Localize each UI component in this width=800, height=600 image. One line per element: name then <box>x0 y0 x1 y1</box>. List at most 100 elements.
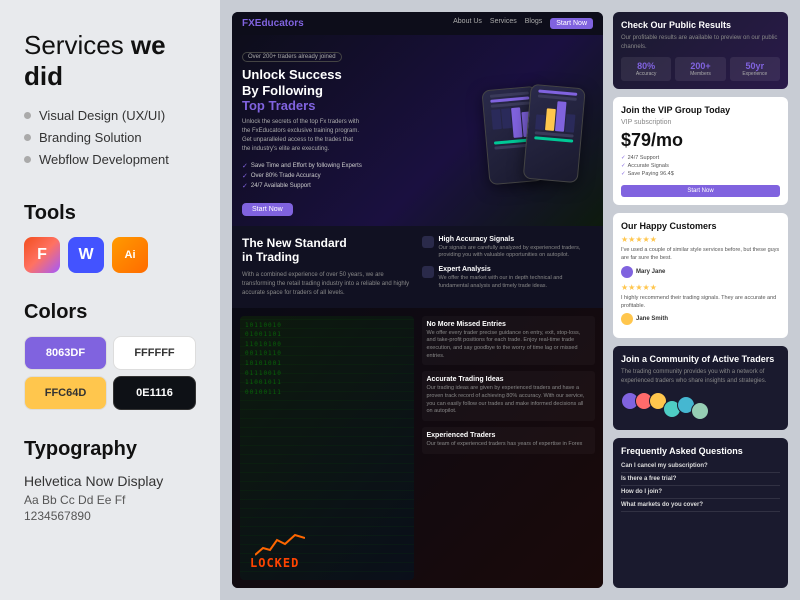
faq-item-2[interactable]: Is there a free trial? <box>621 473 780 486</box>
left-panel: Services we did Visual Design (UX/UI) Br… <box>0 0 220 600</box>
missed-feature-1: No More Missed Entries We offer every tr… <box>422 316 596 366</box>
vip-feature-2: Accurate Signals <box>621 163 780 169</box>
reviewer-name-1: Mary Jane <box>636 269 665 275</box>
color-swatch-dark: 0E1116 <box>113 376 196 410</box>
figma-icon: F <box>24 237 60 273</box>
faq-item-1[interactable]: Can I cancel my subscription? <box>621 460 780 473</box>
community-panel: Join a Community of Active Traders The t… <box>613 346 788 430</box>
services-list: Visual Design (UX/UI) Branding Solution … <box>24 108 196 174</box>
font-numbers: 1234567890 <box>24 509 196 523</box>
nav-link-about: About Us <box>453 18 482 29</box>
review-2: ★★★★★ I highly recommend their trading s… <box>621 283 780 326</box>
feature-desc: We offer the market with our in depth te… <box>439 275 594 290</box>
trading-feature-2: Expert Analysis We offer the market with… <box>422 266 594 290</box>
typography-section: Typography Helvetica Now Display Aa Bb C… <box>24 438 196 523</box>
faq-title: Frequently Asked Questions <box>621 446 780 456</box>
trading-title: The New Standard in Trading <box>242 236 414 265</box>
vip-features-list: 24/7 Support Accurate Signals Save Payin… <box>621 155 780 177</box>
check-results-desc: Our profitable results are available to … <box>621 34 780 52</box>
chart-icon <box>255 530 305 560</box>
webflow-icon: W <box>68 237 104 273</box>
missed-desc-1: We offer every trader precise guidance o… <box>427 330 591 361</box>
bottom-section: 1011001001001101110101000011011010101001… <box>232 308 603 588</box>
right-panel: FXEducators About Us Services Blogs Star… <box>220 0 800 600</box>
bullet-icon <box>24 156 31 163</box>
phone-right <box>522 84 585 183</box>
reviewer-1: Mary Jane <box>621 266 780 278</box>
site-nav: FXEducators About Us Services Blogs Star… <box>232 12 603 35</box>
hero-badge: Over 200+ traders already joined <box>242 52 342 62</box>
missed-desc-2: Our trading ideas are given by experienc… <box>427 385 591 416</box>
list-item: Branding Solution <box>24 130 196 145</box>
right-sidebar: Check Our Public Results Our profitable … <box>613 12 788 588</box>
feature-title: High Accuracy Signals <box>439 236 594 243</box>
font-name: Helvetica Now Display <box>24 473 196 489</box>
community-avatar-6 <box>691 402 709 420</box>
nav-link-services: Services <box>490 18 517 29</box>
feature-title: Expert Analysis <box>439 266 594 273</box>
faq-question-3: How do I join? <box>621 489 780 495</box>
customers-title: Our Happy Customers <box>621 221 780 231</box>
missed-feature-2: Accurate Trading Ideas Our trading ideas… <box>422 371 596 421</box>
trading-features: High Accuracy Signals Our signals are ca… <box>422 236 594 298</box>
font-sample: Aa Bb Cc Dd Ee Ff <box>24 493 196 507</box>
reviewer-2: Jane Smith <box>621 313 780 325</box>
customers-panel: Our Happy Customers ★★★★★ I've used a co… <box>613 213 788 338</box>
results-stats: 80% Accuracy 200+ Members 50yr Experienc… <box>621 57 780 81</box>
missed-title-2: Accurate Trading Ideas <box>427 376 591 383</box>
faq-item-4[interactable]: What markets do you cover? <box>621 499 780 512</box>
list-item: Webflow Development <box>24 152 196 167</box>
trading-feature-1: High Accuracy Signals Our signals are ca… <box>422 236 594 260</box>
site-preview: FXEducators About Us Services Blogs Star… <box>232 12 603 588</box>
vip-title: Join the VIP Group Today <box>621 105 780 115</box>
stat-accuracy: 80% Accuracy <box>621 57 671 81</box>
signal-icon <box>422 236 434 248</box>
colors-section: Colors 8063DF FFFFFF FFC64D 0E1116 <box>24 301 196 410</box>
hero-section: Over 200+ traders already joined Unlock … <box>232 35 603 226</box>
review-1: ★★★★★ I've used a couple of similar styl… <box>621 235 780 278</box>
community-desc: The trading community provides you with … <box>621 368 780 386</box>
community-avatars <box>621 392 780 422</box>
missed-title-1: No More Missed Entries <box>427 321 591 328</box>
bullet-icon <box>24 134 31 141</box>
vip-cta-button[interactable]: Start Now <box>621 185 780 197</box>
review-text-1: I've used a couple of similar style serv… <box>621 246 780 263</box>
vip-label: VIP subscription <box>621 119 780 126</box>
nav-cta-button[interactable]: Start Now <box>550 18 593 29</box>
check-results-panel: Check Our Public Results Our profitable … <box>613 12 788 89</box>
missed-title-3: Experienced Traders <box>427 432 591 439</box>
hero-cta-button[interactable]: Start Now <box>242 203 293 216</box>
tools-row: F W Ai <box>24 237 196 273</box>
faq-item-3[interactable]: How do I join? <box>621 486 780 499</box>
list-item: Visual Design (UX/UI) <box>24 108 196 123</box>
trading-text: The New Standard in Trading With a combi… <box>242 236 414 298</box>
missed-desc-3: Our team of experienced traders has year… <box>427 441 591 449</box>
stars-1: ★★★★★ <box>621 235 780 244</box>
services-heading: Services we did <box>24 30 196 92</box>
typography-heading: Typography <box>24 438 196 461</box>
stat-experience: 50yr Experience <box>730 57 780 81</box>
missed-feature-3: Experienced Traders Our team of experien… <box>422 427 596 454</box>
hero-description: Unlock the secrets of the top Fx traders… <box>242 118 362 154</box>
reviewer-name-2: Jane Smith <box>636 316 668 322</box>
missed-features: No More Missed Entries We offer every tr… <box>422 316 596 580</box>
community-title: Join a Community of Active Traders <box>621 354 780 364</box>
colors-heading: Colors <box>24 301 196 324</box>
avatar-2 <box>621 313 633 325</box>
faq-question-2: Is there a free trial? <box>621 476 780 482</box>
trading-section: The New Standard in Trading With a combi… <box>232 226 603 308</box>
color-swatch-purple: 8063DF <box>24 336 107 370</box>
faq-question-4: What markets do you cover? <box>621 502 780 508</box>
vip-panel: Join the VIP Group Today VIP subscriptio… <box>613 97 788 205</box>
vip-price: $79/mo <box>621 130 780 151</box>
bullet-icon <box>24 112 31 119</box>
check-results-title: Check Our Public Results <box>621 20 780 30</box>
nav-links: About Us Services Blogs Start Now <box>453 18 593 29</box>
avatar-1 <box>621 266 633 278</box>
stars-2: ★★★★★ <box>621 283 780 292</box>
binary-image: 1011001001001101110101000011011010101001… <box>240 316 414 580</box>
color-grid: 8063DF FFFFFF FFC64D 0E1116 <box>24 336 196 410</box>
review-text-2: I highly recommend their trading signals… <box>621 294 780 311</box>
trading-description: With a combined experience of over 50 ye… <box>242 271 414 298</box>
faq-question-1: Can I cancel my subscription? <box>621 463 780 469</box>
